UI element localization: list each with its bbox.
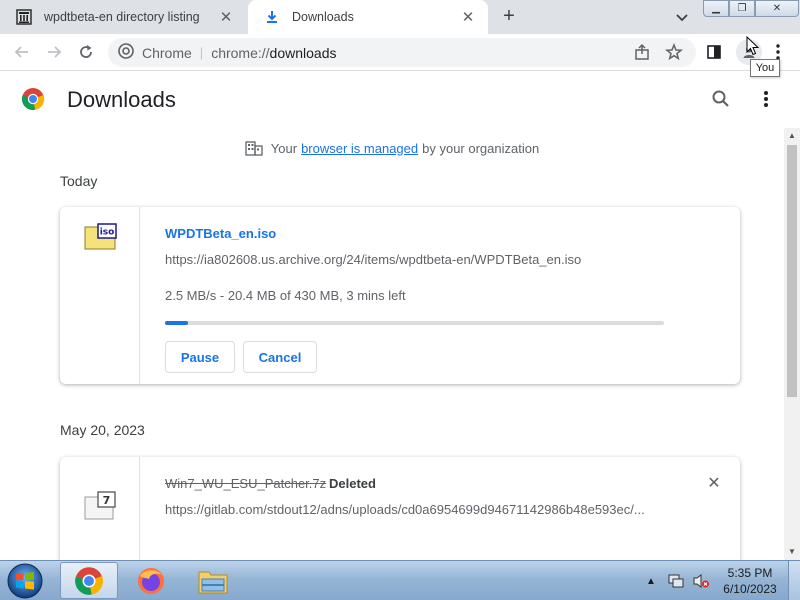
system-tray: ▲ bbox=[640, 561, 710, 600]
taskbar-chrome[interactable] bbox=[60, 562, 118, 599]
page-scrollbar[interactable]: ▲ ▼ bbox=[784, 128, 800, 560]
file-icon-column: iso bbox=[60, 207, 140, 384]
mouse-cursor-icon bbox=[746, 35, 760, 59]
taskbar-clock[interactable]: 5:35 PM 6/10/2023 bbox=[716, 565, 784, 597]
chrome-logo-icon bbox=[21, 87, 45, 114]
download-progress-fill bbox=[165, 321, 189, 325]
file-name-link[interactable]: WPDTBeta_en.iso bbox=[165, 226, 276, 241]
show-hidden-icons-icon[interactable]: ▲ bbox=[646, 576, 656, 587]
page-header: Downloads bbox=[0, 72, 784, 128]
url-text: chrome://downloads bbox=[211, 45, 336, 61]
network-icon[interactable] bbox=[668, 573, 684, 589]
iso-file-icon: iso bbox=[84, 223, 118, 254]
7z-file-icon: 7 bbox=[84, 491, 118, 524]
url-path: downloads bbox=[269, 44, 337, 61]
window-controls: ▁ ❐ ✕ bbox=[703, 0, 799, 17]
file-source-url[interactable]: https://ia802608.us.archive.org/24/items… bbox=[165, 252, 581, 267]
building-icon bbox=[245, 140, 263, 156]
browser-toolbar: Chrome | chrome://downloads bbox=[0, 34, 800, 71]
tab-strip: wpdtbeta-en directory listing ✕ Download… bbox=[0, 0, 800, 34]
profile-tooltip: You bbox=[750, 59, 780, 77]
windows-taskbar: ▲ 5:35 PM 6/10/2023 bbox=[0, 560, 800, 600]
new-tab-button[interactable]: + bbox=[498, 6, 520, 28]
tab-title: Downloads bbox=[292, 10, 354, 24]
search-icon[interactable] bbox=[710, 88, 732, 110]
section-date-today: Today bbox=[60, 173, 98, 189]
close-icon[interactable]: ✕ bbox=[458, 7, 478, 27]
site-label: Chrome bbox=[142, 44, 192, 61]
start-button[interactable] bbox=[4, 562, 46, 600]
download-item-deleted: 7 Win7_WU_ESU_Patcher.7z Deleted https:/… bbox=[60, 457, 740, 560]
folder-icon bbox=[198, 571, 228, 593]
tab-downloads[interactable]: Downloads ✕ bbox=[248, 0, 488, 34]
file-source-url[interactable]: https://gitlab.com/stdout12/adns/uploads… bbox=[165, 502, 645, 517]
managed-prefix: Your bbox=[270, 140, 298, 156]
bookmark-star-icon[interactable] bbox=[664, 42, 684, 62]
section-date-may-20-2023: May 20, 2023 bbox=[60, 422, 145, 438]
scroll-thumb[interactable] bbox=[787, 145, 797, 397]
taskbar-firefox[interactable] bbox=[122, 562, 180, 599]
firefox-icon bbox=[138, 567, 164, 594]
restore-button[interactable]: ❐ bbox=[729, 0, 755, 17]
separator: | bbox=[199, 45, 204, 60]
managed-notice: Your browser is managed by your organiza… bbox=[0, 140, 784, 156]
download-progress-bar bbox=[165, 321, 664, 325]
show-desktop-button[interactable] bbox=[788, 561, 800, 600]
clock-time: 5:35 PM bbox=[727, 566, 773, 580]
chrome-logo-icon bbox=[75, 566, 104, 595]
close-icon[interactable]: ✕ bbox=[216, 7, 236, 27]
forward-arrow-icon[interactable] bbox=[44, 42, 64, 62]
deleted-file-name: Win7_WU_ESU_Patcher.7z bbox=[165, 476, 327, 491]
chrome-icon bbox=[118, 43, 134, 62]
archive-icon bbox=[16, 9, 32, 25]
reload-icon[interactable] bbox=[76, 42, 96, 62]
close-window-button[interactable]: ✕ bbox=[755, 0, 799, 17]
remove-from-list-icon[interactable]: ✕ bbox=[704, 473, 724, 493]
managed-suffix: by your organization bbox=[422, 140, 540, 156]
download-item-active: iso WPDTBeta_en.iso https://ia802608.us.… bbox=[60, 207, 740, 384]
pause-button[interactable]: Pause bbox=[165, 341, 235, 373]
file-icon-column: 7 bbox=[60, 457, 140, 560]
address-bar[interactable]: Chrome | chrome://downloads bbox=[108, 38, 696, 67]
side-panel-icon[interactable] bbox=[704, 42, 724, 62]
svg-text:7: 7 bbox=[103, 494, 111, 507]
scroll-up-arrow-icon[interactable]: ▲ bbox=[784, 128, 800, 144]
download-status: 2.5 MB/s - 20.4 MB of 430 MB, 3 mins lef… bbox=[165, 288, 406, 303]
scroll-down-arrow-icon[interactable]: ▼ bbox=[784, 544, 800, 560]
back-arrow-icon[interactable] bbox=[12, 42, 32, 62]
volume-muted-icon[interactable] bbox=[692, 573, 710, 589]
cancel-button[interactable]: Cancel bbox=[243, 341, 317, 373]
page-title: Downloads bbox=[67, 87, 176, 112]
url-scheme: chrome:// bbox=[211, 44, 270, 61]
chevron-down-icon[interactable] bbox=[672, 7, 692, 27]
tab-directory-listing[interactable]: wpdtbeta-en directory listing ✕ bbox=[0, 0, 246, 34]
managed-link[interactable]: browser is managed bbox=[301, 141, 418, 156]
svg-text:iso: iso bbox=[100, 228, 115, 238]
more-actions-icon[interactable] bbox=[756, 88, 776, 110]
share-icon[interactable] bbox=[632, 42, 652, 62]
tab-title: wpdtbeta-en directory listing bbox=[44, 10, 200, 24]
deleted-label: Deleted bbox=[329, 476, 376, 491]
downloads-page: Downloads Your browser is managed by you… bbox=[0, 72, 784, 560]
minimize-button[interactable]: ▁ bbox=[703, 0, 729, 17]
taskbar-explorer[interactable] bbox=[184, 562, 242, 599]
clock-date: 6/10/2023 bbox=[723, 582, 777, 596]
download-icon bbox=[264, 9, 280, 25]
